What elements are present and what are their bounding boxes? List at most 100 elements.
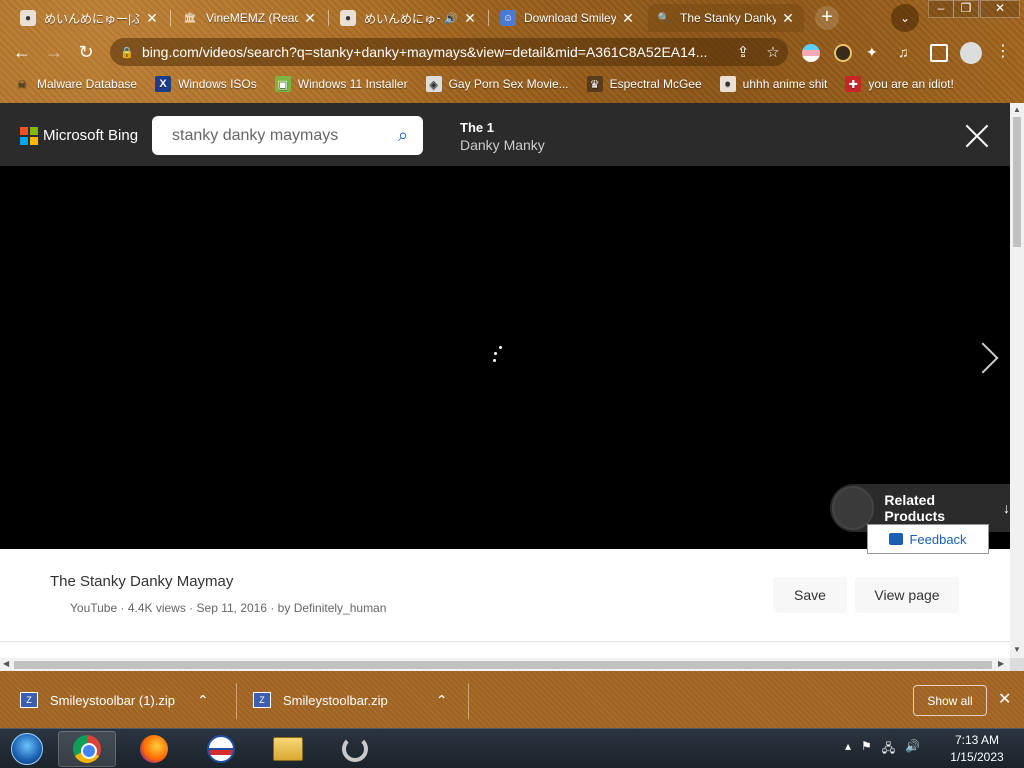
- video-title[interactable]: The Stanky Danky Maymay: [50, 573, 233, 590]
- close-icon[interactable]: ✕: [998, 689, 1011, 709]
- tab-title: The Stanky Danky: [680, 11, 776, 25]
- reload-button[interactable]: ↻: [74, 40, 98, 64]
- download-separator: [468, 683, 469, 719]
- download-item-2[interactable]: Z Smileystoolbar.zip ⌃: [253, 681, 448, 719]
- media-control-icon[interactable]: ♫: [898, 44, 916, 62]
- malware-icon: ☠: [17, 78, 27, 91]
- scroll-left-icon[interactable]: ◀: [3, 659, 9, 668]
- scroll-down-icon[interactable]: ▼: [1013, 645, 1021, 654]
- extensions-puzzle-icon[interactable]: ✦: [866, 44, 884, 62]
- anime-avatar-icon: ●: [340, 10, 356, 26]
- tab-4[interactable]: ☺ Download Smileys ✕: [492, 4, 644, 32]
- horizontal-scrollbar[interactable]: ◀ ▶: [0, 658, 1010, 671]
- bookmark-malware-database[interactable]: ☠ Malware Database: [14, 76, 137, 92]
- download-separator: [236, 683, 237, 719]
- scrollbar-thumb[interactable]: [1013, 117, 1021, 247]
- scrollbar-thumb[interactable]: [14, 661, 992, 669]
- address-bar[interactable]: 🔒 bing.com/videos/search?q=stanky+danky+…: [110, 38, 788, 66]
- tab-3[interactable]: ● めいんめにゅー|ふ 🔊 ✕: [332, 4, 486, 32]
- share-icon[interactable]: ⇪: [728, 43, 758, 61]
- chrome-icon: [73, 735, 101, 763]
- zip-file-icon: Z: [20, 692, 38, 708]
- tab-1[interactable]: ● めいんめにゅー|ふぁん ✕: [12, 4, 168, 32]
- folder-icon: [273, 737, 303, 761]
- volume-icon[interactable]: 🔊: [905, 739, 920, 760]
- bookmarks-bar: ☠ Malware Database X Windows ISOs ▣ Wind…: [0, 72, 1024, 96]
- video-header-line2: Danky Manky: [460, 137, 545, 153]
- save-button[interactable]: Save: [773, 577, 847, 613]
- forward-button[interactable]: →: [42, 40, 66, 64]
- bing-brand[interactable]: Microsoft Bing: [43, 127, 138, 144]
- feedback-button[interactable]: Feedback: [867, 524, 989, 554]
- speaker-icon[interactable]: 🔊: [444, 12, 458, 25]
- bookmark-windows-isos[interactable]: X Windows ISOs: [155, 76, 257, 92]
- tab-5-active[interactable]: 🔍 The Stanky Danky ✕: [648, 4, 804, 32]
- flag-extension-icon[interactable]: [802, 44, 820, 62]
- taskbar-chrome[interactable]: [58, 731, 116, 767]
- video-player[interactable]: Related Products ↓: [0, 166, 1010, 549]
- anime-avatar-icon: ●: [719, 76, 736, 92]
- chevron-right-icon[interactable]: [972, 341, 994, 377]
- bookmark-you-are-an-idiot[interactable]: ✚ you are an idiot!: [845, 76, 954, 92]
- sync-icon: [342, 736, 368, 762]
- close-icon[interactable]: ✕: [144, 10, 160, 27]
- show-all-button[interactable]: Show all: [913, 685, 987, 716]
- more-menu-icon[interactable]: ⋮: [995, 41, 1011, 61]
- bookmark-label: uhhh anime shit: [742, 77, 828, 91]
- microsoft-logo-icon[interactable]: [20, 127, 38, 145]
- tab-separator: [488, 10, 489, 26]
- close-icon[interactable]: ✕: [302, 10, 318, 27]
- close-icon[interactable]: ✕: [462, 10, 478, 27]
- network-icon[interactable]: 🖧: [882, 739, 895, 760]
- back-button[interactable]: ←: [10, 40, 34, 64]
- tab-2[interactable]: 🏛 VineMEMZ (Read ✕: [174, 4, 326, 32]
- vertical-scrollbar[interactable]: ▲ ▼: [1010, 103, 1024, 658]
- chevron-up-icon[interactable]: ⌃: [197, 692, 209, 709]
- avatar-extension-icon[interactable]: [834, 44, 852, 62]
- action-center-flag-icon[interactable]: ⚑: [861, 739, 872, 760]
- tab-search-button[interactable]: ⌄: [891, 4, 919, 32]
- close-icon[interactable]: [962, 121, 992, 151]
- bookmark-uhhh-anime-shit[interactable]: ● uhhh anime shit: [719, 76, 828, 92]
- lock-icon[interactable]: 🔒: [120, 46, 134, 59]
- bing-page: Microsoft Bing stanky danky maymays ⌕ Th…: [0, 103, 1010, 658]
- firefox-icon: [140, 735, 168, 763]
- tab-title: めいんめにゅー|ふぁん: [44, 11, 140, 26]
- maximize-button[interactable]: ❐: [953, 0, 979, 18]
- tab-separator: [328, 10, 329, 26]
- taskbar-explorer[interactable]: [259, 731, 317, 767]
- taskbar-sync[interactable]: [326, 731, 384, 767]
- related-products-label: Related Products: [884, 492, 946, 524]
- scroll-up-icon[interactable]: ▲: [1013, 105, 1021, 114]
- bookmark-label: Windows 11 Installer: [297, 77, 408, 91]
- chevron-up-icon[interactable]: ⌃: [436, 692, 448, 709]
- x-icon: X: [155, 76, 172, 92]
- close-icon[interactable]: ✕: [620, 10, 636, 27]
- new-tab-button[interactable]: +: [815, 6, 839, 30]
- bookmark-star-icon[interactable]: ☆: [758, 43, 788, 61]
- search-input[interactable]: stanky danky maymays ⌕: [152, 116, 423, 155]
- divider: [0, 641, 1010, 642]
- zip-file-icon: Z: [253, 692, 271, 708]
- search-icon[interactable]: ⌕: [383, 125, 423, 146]
- chevron-down-icon: ⌄: [899, 11, 911, 25]
- minimize-button[interactable]: –: [928, 0, 954, 18]
- profile-avatar[interactable]: [960, 42, 982, 64]
- bookmark-label: Windows ISOs: [178, 77, 257, 91]
- clock[interactable]: 7:13 AM 1/15/2023: [942, 732, 1012, 766]
- bookmark-gay-porn-sex-movie[interactable]: ◈ Gay Porn Sex Movie...: [425, 76, 569, 92]
- taskbar-firefox[interactable]: [125, 731, 183, 767]
- bookmark-espectral-mcgee[interactable]: ♛ Espectral McGee: [586, 76, 702, 92]
- side-panel-icon[interactable]: [930, 44, 948, 62]
- view-page-button[interactable]: View page: [855, 577, 959, 613]
- close-icon[interactable]: ✕: [780, 10, 796, 27]
- video-header-line1: The 1: [460, 120, 494, 135]
- scroll-right-icon[interactable]: ▶: [998, 659, 1004, 668]
- clock-time: 7:13 AM: [954, 733, 1000, 747]
- chevron-up-icon[interactable]: ▴: [845, 739, 851, 760]
- download-item-1[interactable]: Z Smileystoolbar (1).zip ⌃: [20, 681, 209, 719]
- start-button[interactable]: [0, 731, 54, 767]
- bookmark-windows-11-installer[interactable]: ▣ Windows 11 Installer: [274, 76, 408, 92]
- window-close-button[interactable]: ✕: [980, 0, 1020, 18]
- taskbar-obama-app[interactable]: [192, 731, 250, 767]
